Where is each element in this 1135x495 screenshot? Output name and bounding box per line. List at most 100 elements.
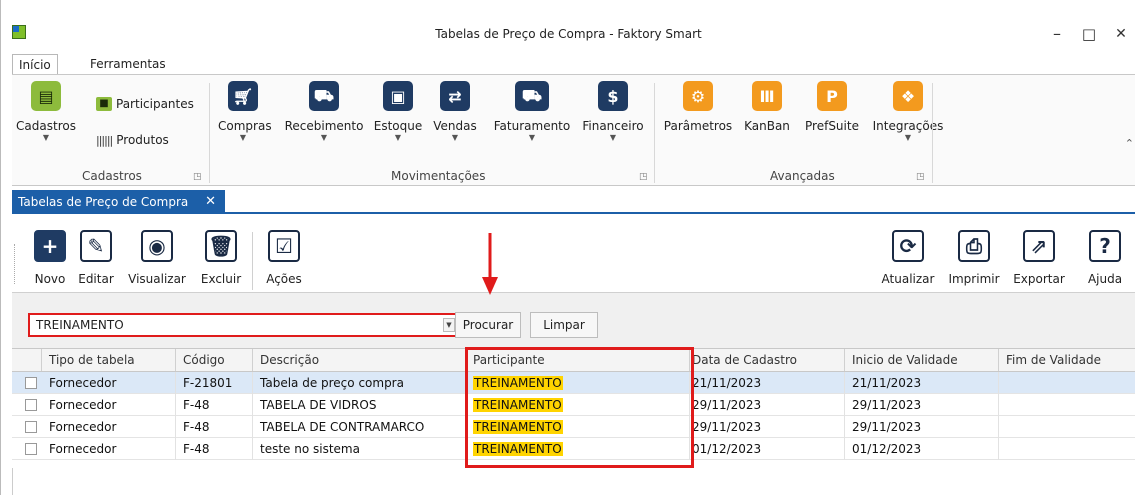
visualizar-button[interactable]: ◉ Visualizar [122,230,192,286]
close-window-button[interactable]: ✕ [1111,25,1131,43]
table-cell[interactable]: TABELA DE VIDROS [253,394,466,416]
recebimento-button[interactable]: ⛟ Recebimento ▼ [282,81,366,142]
financeiro-button[interactable]: $ Financeiro ▼ [578,81,648,142]
table-cell[interactable]: F-48 [176,394,253,416]
kanban-button[interactable]: Ⅲ KanBan [742,81,792,133]
editar-button[interactable]: ✎ Editar [75,230,117,286]
table-cell[interactable]: TREINAMENTO [466,394,690,416]
participantes-button[interactable]: ■ Participantes [96,97,194,111]
table-cell[interactable]: 01/12/2023 [690,438,845,460]
table-cell[interactable]: F-48 [176,438,253,460]
minimize-button[interactable]: – [1047,25,1067,43]
table-cell[interactable]: F-21801 [176,372,253,394]
table-cell[interactable]: TREINAMENTO [466,416,690,438]
parametros-button[interactable]: ⚙ Parâmetros [662,81,734,133]
estoque-button[interactable]: ▣ Estoque ▼ [372,81,424,142]
document-tab-bar: Tabelas de Preço de Compra ✕ [12,190,1135,214]
produtos-button[interactable]: |||||| Produtos [96,133,169,147]
exportar-button[interactable]: ⇗ Exportar [1008,230,1070,286]
collapse-ribbon-icon[interactable]: ⌃ [1125,137,1134,150]
table-cell[interactable]: 21/11/2023 [690,372,845,394]
novo-button[interactable]: + Novo [30,230,70,286]
group-label-movimentacoes: Movimentações [391,169,486,183]
table-cell[interactable]: teste no sistema [253,438,466,460]
column-header[interactable]: Código [176,349,253,371]
table-cell[interactable]: Fornecedor [42,416,176,438]
tab-inicio[interactable]: Início [12,54,58,74]
row-checkbox[interactable] [25,399,37,411]
compras-button[interactable]: 🛒︎ Compras ▼ [218,81,272,142]
group-launcher-icon[interactable]: ◳ [193,172,202,182]
table-cell[interactable]: F-48 [176,416,253,438]
procurar-button[interactable]: Procurar [455,312,521,338]
table-cell[interactable]: 29/11/2023 [690,416,845,438]
acoes-button[interactable]: ☑ Ações [260,230,308,286]
row-checkbox[interactable] [25,421,37,433]
atualizar-button[interactable]: ⟳ Atualizar [876,230,940,286]
table-cell[interactable]: Fornecedor [42,438,176,460]
chevron-down-icon[interactable]: ▼ [443,318,455,332]
produtos-label: Produtos [116,133,169,147]
imprimir-button[interactable]: ⎙ Imprimir [942,230,1006,286]
table-cell[interactable]: Tabela de preço compra [253,372,466,394]
tab-ferramentas[interactable]: Ferramentas [84,54,172,74]
table-cell[interactable] [999,438,1135,460]
ajuda-button[interactable]: ? Ajuda [1080,230,1130,286]
column-header[interactable]: Descrição [253,349,466,371]
vendas-button[interactable]: ⇄ Vendas ▼ [430,81,480,142]
table-cell[interactable]: Fornecedor [42,372,176,394]
faturamento-button[interactable]: ⛟ Faturamento ▼ [486,81,578,142]
cell-text: TABELA DE VIDROS [260,398,377,412]
table-cell[interactable]: 21/11/2023 [845,372,999,394]
acoes-label: Ações [266,272,302,286]
group-separator [932,83,933,183]
table-cell[interactable] [999,372,1135,394]
row-checkbox[interactable] [25,377,37,389]
participantes-label: Participantes [116,97,194,111]
prefsuite-button[interactable]: P PrefSuite [802,81,862,133]
maximize-button[interactable]: □ [1079,25,1099,43]
tab-tabelas-preco-compra[interactable]: Tabelas de Preço de Compra ✕ [12,190,225,214]
table-cell[interactable] [999,416,1135,438]
table-row[interactable]: Fornecedor F-48 TABELA DE CONTRAMARCO TREIN… [12,416,1135,438]
toolbar-separator [252,232,253,290]
chevron-down-icon: ▼ [42,133,50,142]
pencil-icon: ✎ [80,230,112,262]
participante-filter-combo[interactable]: TREINAMENTO ▼ [28,313,460,337]
table-cell[interactable]: 29/11/2023 [845,394,999,416]
excluir-button[interactable]: 🗑︎ Excluir [196,230,246,286]
row-checkbox[interactable] [25,443,37,455]
chevron-down-icon: ▼ [394,133,402,142]
shopping-cart-icon: 🛒︎ [228,81,258,111]
group-launcher-icon[interactable]: ◳ [639,172,648,182]
column-header[interactable]: Participante [466,349,690,371]
cell-text: 29/11/2023 [852,398,922,412]
cadastros-button[interactable]: ▤ Cadastros ▼ [16,81,76,142]
integracoes-button[interactable]: ❖ Integrações ▼ [870,81,946,142]
column-header[interactable]: Tipo de tabela [42,349,176,371]
column-header[interactable]: Inicio de Validade [845,349,999,371]
cell-text: 01/12/2023 [852,442,922,456]
ribbon: ▤ Cadastros ▼ ■ Participantes |||||| Pro… [12,74,1135,186]
table-cell[interactable]: 29/11/2023 [845,416,999,438]
table-cell[interactable]: 29/11/2023 [690,394,845,416]
table-cell[interactable]: Fornecedor [42,394,176,416]
close-tab-icon[interactable]: ✕ [205,190,216,214]
table-cell[interactable]: TREINAMENTO [466,372,690,394]
prefsuite-label: PrefSuite [805,119,859,133]
column-header[interactable]: Data de Cadastro [690,349,845,371]
table-row[interactable]: Fornecedor F-48 TABELA DE VIDROS TREINAMENT… [12,394,1135,416]
integracoes-label: Integrações [872,119,944,133]
refresh-icon: ⟳ [892,230,924,262]
table-cell[interactable] [999,394,1135,416]
group-launcher-icon[interactable]: ◳ [916,172,925,182]
cell-text: Fornecedor [49,442,117,456]
table-row[interactable]: Fornecedor F-48 teste no sistema TREINAMENT… [12,438,1135,460]
table-cell[interactable]: TREINAMENTO [466,438,690,460]
cell-text: F-21801 [183,376,233,390]
limpar-button[interactable]: Limpar [530,312,598,338]
table-row[interactable]: Fornecedor F-21801 Tabela de preço compra T… [12,372,1135,394]
table-cell[interactable]: 01/12/2023 [845,438,999,460]
table-cell[interactable]: TABELA DE CONTRAMARCO [253,416,466,438]
column-header[interactable]: Fim de Validade [999,349,1135,371]
